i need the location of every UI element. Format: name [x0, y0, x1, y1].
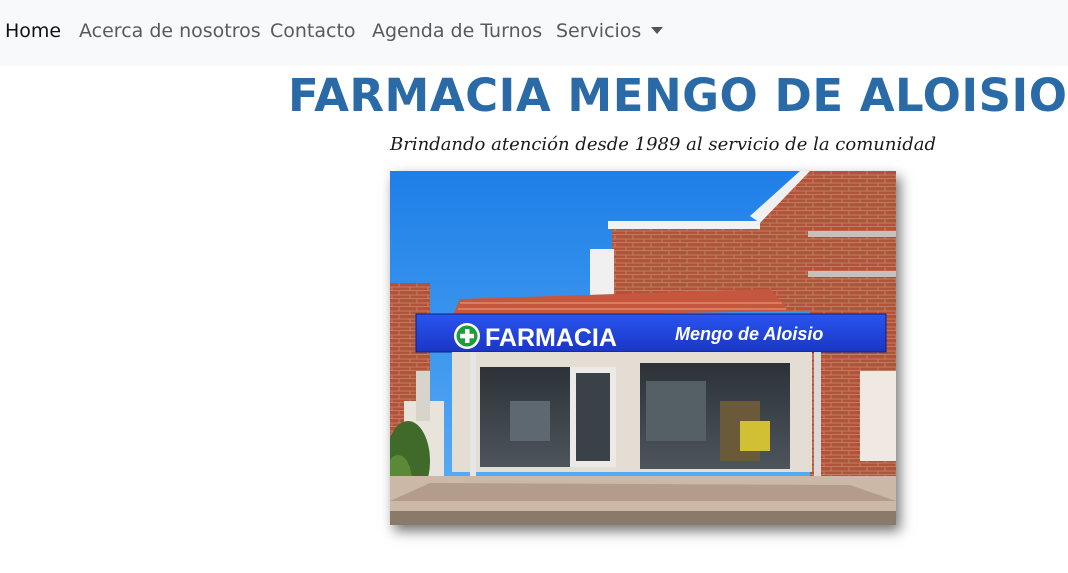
page-title: FARMACIA MENGO DE ALOISIO: [288, 69, 1068, 122]
nav-services-label: Servicios: [556, 20, 642, 42]
tagline: Brindando atención desde 1989 al servici…: [390, 134, 936, 155]
nav-home[interactable]: Home: [5, 19, 61, 43]
nav-services-dropdown[interactable]: Servicios: [556, 19, 664, 43]
sign-text-left: FARMACIA: [485, 324, 617, 352]
nav-contact[interactable]: Contacto: [270, 19, 356, 43]
caret-down-icon: [651, 27, 664, 34]
top-navbar: Home Acerca de nosotros Contacto Agenda …: [0, 0, 1068, 66]
storefront-photo: FARMACIA Mengo de Aloisio: [390, 171, 896, 525]
upper-building: [612, 227, 772, 297]
sign-text-right: Mengo de Aloisio: [675, 324, 823, 344]
nav-about[interactable]: Acerca de nosotros: [79, 19, 261, 43]
nav-appointments[interactable]: Agenda de Turnos: [372, 19, 542, 43]
